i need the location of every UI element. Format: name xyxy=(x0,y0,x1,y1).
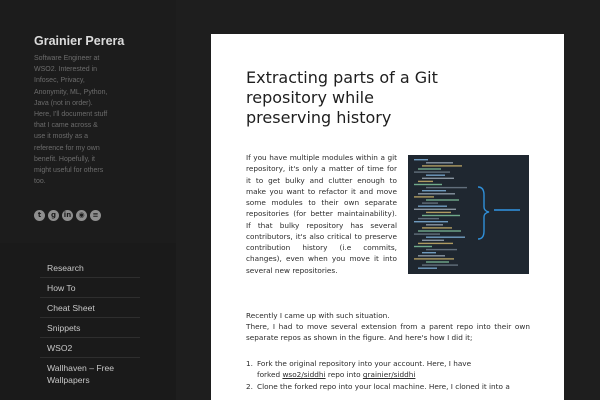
tree-line xyxy=(426,162,453,164)
step-text-pre: forked xyxy=(257,370,283,380)
stackoverflow-icon[interactable]: ≡ xyxy=(90,210,101,221)
site-title[interactable]: Grainier Perera xyxy=(34,34,124,48)
post-there: There, I had to move several extension f… xyxy=(246,322,530,343)
step-text-cont: forked wso2/siddhi repo into grainier/si… xyxy=(257,369,471,380)
tree-line xyxy=(426,261,449,263)
tree-line xyxy=(414,221,448,223)
tree-line xyxy=(418,217,439,220)
nav-item-cheat-sheet[interactable]: Cheat Sheet xyxy=(40,298,140,318)
tree-line xyxy=(426,248,457,251)
tree-line xyxy=(414,245,432,248)
post-card: Extracting parts of a Git repository whi… xyxy=(211,34,564,400)
site-description: Software Engineer at WSO2. Interested in… xyxy=(34,55,108,186)
twitter-icon[interactable]: t xyxy=(34,210,45,221)
tree-line xyxy=(418,230,461,232)
tree-line xyxy=(426,186,467,189)
step-number: 1. xyxy=(246,359,253,368)
list-item: 1. Fork the original repository into you… xyxy=(246,358,536,381)
google-plus-icon[interactable]: g xyxy=(48,210,59,221)
post-situation: Recently I came up with such situation. xyxy=(246,311,390,320)
tree-line xyxy=(418,242,453,245)
steps-list: 1. Fork the original repository into you… xyxy=(246,358,536,392)
step-number: 2. xyxy=(246,381,253,391)
link-grainier-siddhi[interactable]: grainier/siddhi xyxy=(363,370,415,379)
list-item: 2. Clone the forked repo into your local… xyxy=(246,381,536,392)
tree-line xyxy=(426,224,443,226)
linkedin-icon[interactable]: in xyxy=(62,210,73,221)
repo-structure-figure[interactable] xyxy=(408,155,529,274)
tree-line xyxy=(414,183,442,186)
tree-line xyxy=(414,233,440,235)
link-wso2-siddhi[interactable]: wso2/siddhi xyxy=(282,370,325,379)
sidebar: Grainier Perera Software Engineer at WSO… xyxy=(0,0,176,400)
social-links: t g in ◉ ≡ xyxy=(34,210,101,221)
tree-line xyxy=(422,177,454,179)
nav-item-wallhaven[interactable]: Wallhaven – Free Wallpapers xyxy=(40,358,140,390)
tree-line xyxy=(414,171,450,173)
nav-item-snippets[interactable]: Snippets xyxy=(40,318,140,338)
nav-item-how-to[interactable]: How To xyxy=(40,278,140,298)
tree-line xyxy=(418,168,441,170)
tree-line xyxy=(418,180,433,183)
repo-tree-icon xyxy=(414,159,520,269)
tree-line xyxy=(414,258,454,260)
tree-line xyxy=(422,239,444,241)
sidebar-header: Grainier Perera Software Engineer at WSO… xyxy=(0,0,176,243)
tree-line xyxy=(418,193,455,195)
tree-line xyxy=(422,165,462,167)
tree-line xyxy=(426,236,465,238)
step-text: Clone the forked repo into your local ma… xyxy=(257,381,510,391)
step-text: Fork the original repository into your a… xyxy=(257,359,472,368)
tree-line xyxy=(426,199,459,201)
nav-item-wso2[interactable]: WSO2 xyxy=(40,338,140,358)
tree-line xyxy=(426,174,445,176)
tree-line xyxy=(422,252,436,254)
tree-line xyxy=(422,190,446,192)
tree-line xyxy=(414,159,428,161)
nav-item-research[interactable]: Research xyxy=(40,258,140,278)
tree-line xyxy=(422,214,460,217)
post-intro: If you have multiple modules within a gi… xyxy=(246,153,397,275)
tree-line xyxy=(418,255,445,257)
tree-line xyxy=(422,264,458,266)
github-icon[interactable]: ◉ xyxy=(76,210,87,221)
tree-line xyxy=(418,205,447,207)
tree-line xyxy=(418,267,437,269)
tree-line xyxy=(414,196,434,198)
tree-line xyxy=(414,208,456,210)
step-text-mid: repo into xyxy=(325,370,363,380)
tree-line xyxy=(422,227,452,229)
tree-line xyxy=(422,202,438,204)
post-title[interactable]: Extracting parts of a Git repository whi… xyxy=(246,68,456,128)
main-navigation: Research How To Cheat Sheet Snippets WSO… xyxy=(40,258,140,390)
tree-line xyxy=(426,211,451,214)
